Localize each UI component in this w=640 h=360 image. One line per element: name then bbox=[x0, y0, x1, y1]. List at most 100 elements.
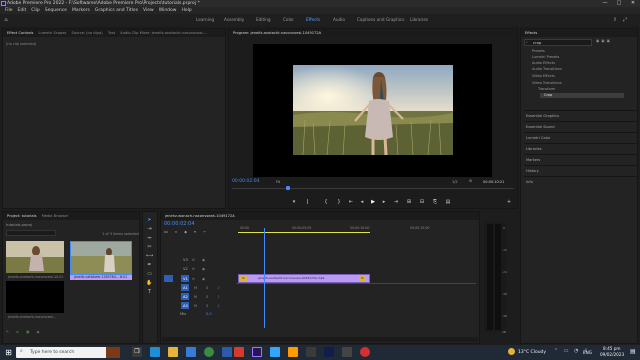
program-time-ruler[interactable] bbox=[232, 188, 514, 189]
track-toggle-icons[interactable]: ⊖ ◉ bbox=[192, 277, 208, 281]
ripple-edit-tool-icon[interactable]: ⟛ bbox=[146, 235, 153, 242]
step-forward-icon[interactable]: ▸ bbox=[380, 199, 388, 207]
tab-project[interactable]: Project: tutorials bbox=[7, 212, 37, 220]
track-v1-label[interactable]: V1 bbox=[183, 277, 188, 281]
effects-folder-lumetri-presets[interactable]: Lumetri Presets bbox=[532, 55, 559, 59]
razor-tool-icon[interactable]: ✂ bbox=[146, 244, 153, 251]
audio-track-controls[interactable]: M S ♪ bbox=[194, 304, 224, 308]
menu-graphics-and-titles[interactable]: Graphics and Titles bbox=[95, 7, 138, 14]
effects-folder-video-transitions[interactable]: Video Transitions bbox=[532, 81, 562, 85]
effect-crop[interactable]: Crop bbox=[544, 93, 552, 97]
extract-icon[interactable]: ⊟ bbox=[418, 199, 426, 207]
minimize-button[interactable]: — bbox=[598, 0, 612, 7]
windows-start-icon[interactable]: ⊞ bbox=[4, 348, 13, 357]
button-editor-icon[interactable]: + bbox=[505, 199, 513, 207]
project-item-thumbnail-selected[interactable] bbox=[70, 241, 132, 275]
panel-history[interactable]: History bbox=[524, 165, 638, 176]
workspace-learning[interactable]: Learning bbox=[196, 14, 214, 26]
panel-libraries[interactable]: Libraries bbox=[524, 143, 638, 154]
illustrator-taskbar-icon[interactable] bbox=[288, 347, 298, 357]
audio-track-controls[interactable]: M S ♪ bbox=[194, 286, 224, 290]
panel-essential-graphics[interactable]: Essential Graphics bbox=[524, 110, 638, 121]
menu-help[interactable]: Help bbox=[181, 7, 191, 14]
workspace-audio[interactable]: Audio bbox=[333, 14, 345, 26]
taskbar-time[interactable]: 8:45 pm bbox=[603, 346, 620, 351]
mark-out-button[interactable]: { bbox=[322, 199, 330, 207]
maximize-button[interactable]: □ bbox=[612, 0, 626, 7]
tab-lumetri-scopes[interactable]: Lumetri Scopes bbox=[39, 29, 67, 37]
track-toggle-icons[interactable]: ⊖ ◉ bbox=[192, 267, 208, 271]
home-icon[interactable]: ⌂ bbox=[3, 17, 9, 23]
tab-source[interactable]: Source: (no clips) bbox=[71, 29, 102, 37]
workspace-color[interactable]: Color bbox=[283, 14, 294, 26]
project-footer-icons[interactable]: ✎ ≡ ▦ ◉ bbox=[6, 330, 43, 334]
panel-markers[interactable]: Markers bbox=[524, 154, 638, 165]
timeline-scrollbar[interactable] bbox=[162, 337, 478, 342]
mail-icon[interactable] bbox=[222, 347, 232, 357]
go-to-in-point-icon[interactable]: ⇤ bbox=[347, 199, 355, 207]
panel-essential-sound[interactable]: Essential Sound bbox=[524, 121, 638, 132]
store-icon[interactable] bbox=[186, 347, 196, 357]
workspace-libraries[interactable]: Libraries bbox=[410, 14, 428, 26]
panel-lumetri-color[interactable]: Lumetri Color bbox=[524, 132, 638, 143]
slip-tool-icon[interactable]: ⟷ bbox=[146, 253, 153, 260]
project-sequence-thumbnail[interactable] bbox=[6, 281, 64, 313]
menu-sequence[interactable]: Sequence bbox=[45, 7, 67, 14]
effects-search-input[interactable]: crop bbox=[524, 39, 592, 46]
edge-browser-icon[interactable] bbox=[150, 347, 160, 357]
media-encoder-icon[interactable] bbox=[324, 347, 334, 357]
track-a1-label[interactable]: A1 bbox=[183, 286, 188, 290]
program-playhead[interactable] bbox=[286, 186, 291, 190]
add-marker-button[interactable]: ▾ bbox=[290, 199, 298, 207]
play-button[interactable]: ▶ bbox=[369, 199, 377, 207]
notifications-icon[interactable]: ▤ bbox=[630, 348, 636, 355]
menu-window[interactable]: Window bbox=[159, 7, 177, 14]
tab-media-browser[interactable]: Media Browser bbox=[42, 212, 69, 220]
weather-icon[interactable] bbox=[508, 348, 515, 355]
quick-export-icon[interactable]: ⇪ bbox=[612, 17, 618, 23]
obs-icon[interactable] bbox=[360, 347, 370, 357]
track-a3-label[interactable]: A3 bbox=[183, 304, 188, 308]
comparison-view-icon[interactable]: ▤ bbox=[444, 199, 452, 207]
program-resolution-dropdown[interactable]: 1/2 bbox=[452, 180, 458, 184]
track-a2-label[interactable]: A2 bbox=[183, 295, 188, 299]
timeline-sequence-tab[interactable]: jenehz-wonach-naconvseah-1049172A bbox=[165, 212, 235, 220]
app-gray-icon[interactable] bbox=[306, 347, 316, 357]
effects-folder-presets[interactable]: Presets bbox=[532, 49, 545, 53]
app-red-icon[interactable] bbox=[234, 347, 244, 357]
panel-info[interactable]: Info bbox=[524, 176, 638, 187]
menu-file[interactable]: File bbox=[5, 7, 13, 14]
menu-markers[interactable]: Markers bbox=[72, 7, 90, 14]
track-v2-label[interactable]: V2 bbox=[183, 267, 188, 271]
chrome-icon[interactable] bbox=[204, 347, 214, 357]
tab-audio-clip-mixer[interactable]: Audio Clip Mixer: jeneifz-anotacht-nacon… bbox=[120, 29, 207, 37]
pen-tool-icon[interactable]: ✒ bbox=[146, 262, 153, 269]
mix-track-value[interactable]: 0.0 bbox=[206, 312, 212, 316]
project-item-thumbnail[interactable] bbox=[6, 241, 64, 273]
audio-track-controls[interactable]: M S ♪ bbox=[194, 295, 224, 299]
tab-text[interactable]: Text bbox=[108, 29, 115, 37]
track-v3-label[interactable]: V3 bbox=[183, 258, 188, 262]
menu-edit[interactable]: Edit bbox=[18, 7, 27, 14]
taskbar-language[interactable]: ENG bbox=[583, 350, 592, 355]
taskbar-weather[interactable]: 13°C Cloudy bbox=[518, 350, 546, 355]
full-screen-icon[interactable]: ⤢ bbox=[622, 17, 628, 23]
timeline-playhead[interactable] bbox=[264, 228, 266, 328]
file-explorer-icon[interactable] bbox=[168, 347, 178, 357]
workspace-effects[interactable]: Effects bbox=[306, 14, 320, 26]
workspace-assembly[interactable]: Assembly bbox=[224, 14, 244, 26]
mark-in-button[interactable]: ⎸ bbox=[306, 199, 314, 207]
hand-tool-icon[interactable]: ✋ bbox=[146, 280, 153, 287]
task-view-icon[interactable]: ❐ bbox=[132, 347, 142, 357]
lift-icon[interactable]: ⊞ bbox=[405, 199, 413, 207]
effects-panel-title[interactable]: Effects bbox=[525, 29, 537, 37]
source-patch-v1[interactable] bbox=[164, 275, 173, 282]
in-out-range-bar[interactable] bbox=[238, 232, 370, 234]
tab-effect-controls[interactable]: Effect Controls bbox=[7, 29, 33, 37]
effects-subfolder-transform[interactable]: Transform bbox=[538, 87, 555, 91]
track-select-tool-icon[interactable]: ⇥ bbox=[146, 226, 153, 233]
effects-folder-audio-transitions[interactable]: Audio Transitions bbox=[532, 67, 562, 71]
program-title[interactable]: Program: jeneifz-anotacht-naconvuesi-104… bbox=[233, 29, 321, 37]
workspace-captions-and-graphics[interactable]: Captions and Graphics bbox=[357, 14, 404, 26]
effects-filter-icons[interactable]: ▣▣▣ bbox=[596, 39, 612, 43]
